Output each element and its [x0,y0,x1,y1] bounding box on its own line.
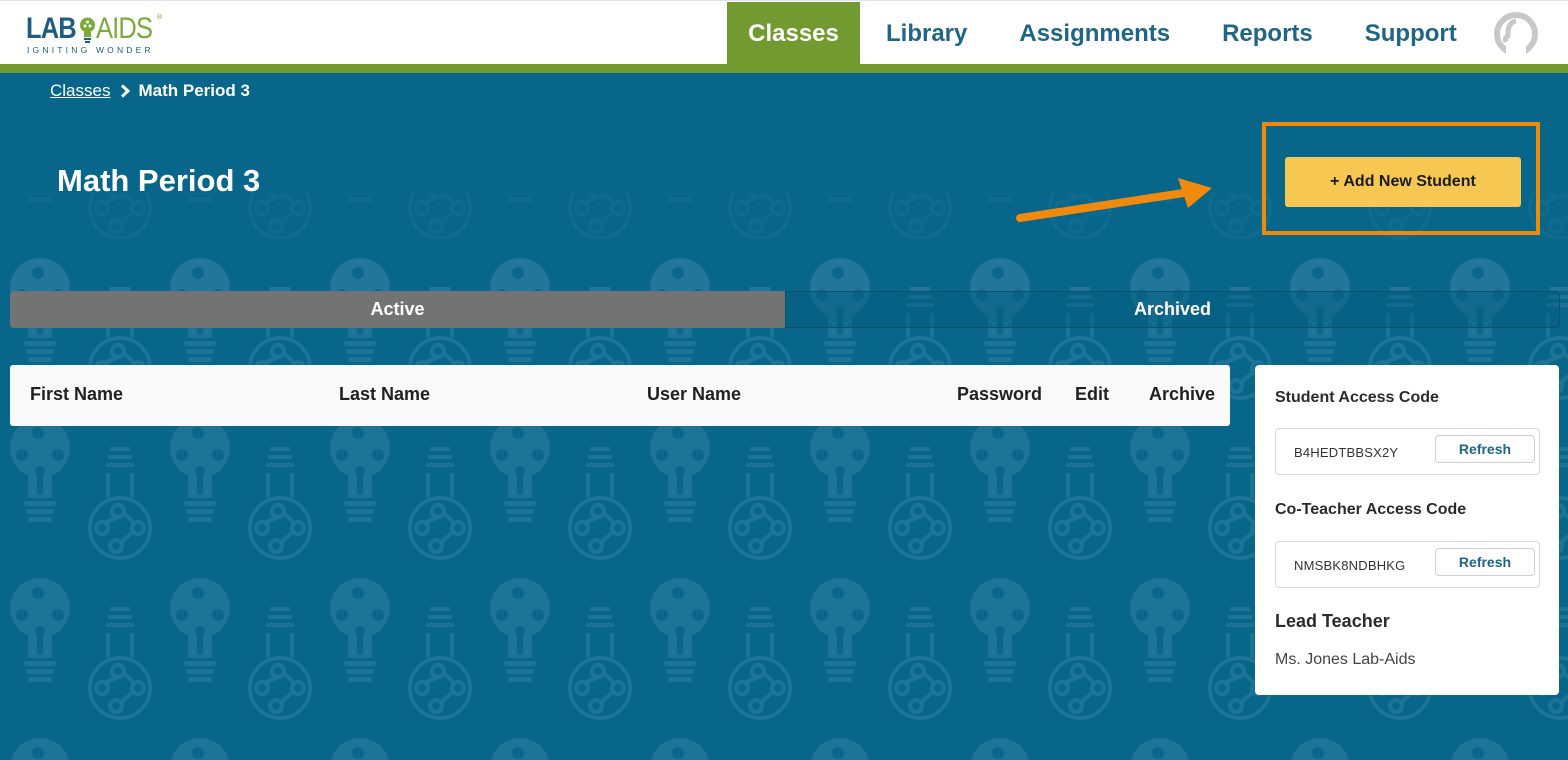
chevron-right-icon [121,84,131,98]
class-info-panel: Student Access Code B4HEDTBBSX2Y Refresh… [1255,365,1559,695]
logo-tagline: IGNITING WONDER [27,45,154,55]
page-title: Math Period 3 [57,163,261,198]
header-accent-bar [0,64,1568,73]
column-header-first-name[interactable]: First Name [30,384,123,405]
labaids-logo[interactable]: LAB AIDS ® IGNITING WONDER [26,12,166,56]
user-avatar-icon[interactable] [1494,12,1538,56]
coteacher-access-code-value: NMSBK8NDBHKG [1294,558,1406,573]
column-header-archive: Archive [1149,384,1216,404]
column-header-user-name[interactable]: User Name [647,384,741,405]
refresh-student-code-button[interactable]: Refresh [1435,435,1535,463]
student-access-code-value: B4HEDTBBSX2Y [1294,445,1399,460]
lead-teacher-label: Lead Teacher [1275,611,1390,631]
column-header-last-name[interactable]: Last Name [339,384,430,405]
student-access-code-label: Student Access Code [1275,389,1439,406]
coteacher-access-code-label: Co-Teacher Access Code [1275,501,1467,518]
lightbulb-logo-icon [80,17,95,43]
logo-text-lab: LAB [26,12,77,45]
annotation-arrow-icon [1016,178,1212,222]
nav-assignments[interactable]: Assignments [993,2,1196,65]
students-table: First Name Last Name User Name Password … [10,365,1230,426]
nav-library[interactable]: Library [860,2,993,65]
student-access-code-field: B4HEDTBBSX2Y Refresh [1275,428,1540,475]
coteacher-access-code-field: NMSBK8NDBHKG Refresh [1275,541,1540,588]
nav-classes[interactable]: Classes [727,2,860,65]
breadcrumb-current: Math Period 3 [138,81,250,100]
top-header: LAB AIDS ® IGNITING WONDER Classes Libra… [0,0,1568,65]
tab-archived[interactable]: Archived [785,291,1560,328]
student-status-tabs: Active Archived [10,291,1560,328]
lead-teacher-name: Ms. Jones Lab-Aids [1275,651,1416,668]
tab-active[interactable]: Active [10,291,785,328]
column-header-edit: Edit [1075,384,1109,404]
main-nav: Classes Library Assignments Reports Supp… [727,2,1483,65]
add-new-student-button[interactable]: + Add New Student [1285,157,1521,207]
breadcrumb: Classes Math Period 3 [50,81,250,101]
nav-support[interactable]: Support [1339,2,1483,65]
breadcrumb-classes-link[interactable]: Classes [50,81,110,101]
logo-text-aids: AIDS [96,12,153,45]
refresh-coteacher-code-button[interactable]: Refresh [1435,548,1535,576]
column-header-password: Password [957,384,1043,404]
logo-registered-mark: ® [156,13,163,21]
nav-reports[interactable]: Reports [1196,2,1339,65]
